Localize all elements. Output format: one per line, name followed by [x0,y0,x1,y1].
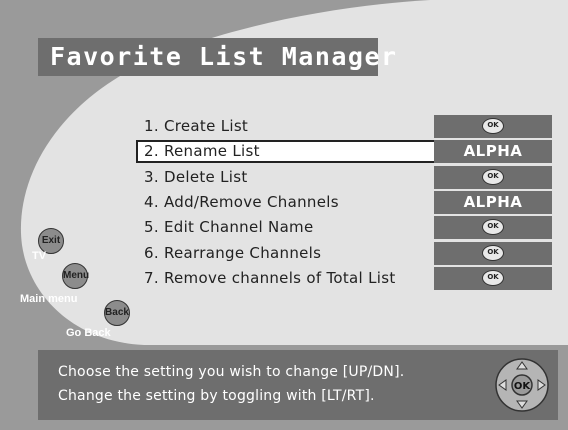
menu-caption: Main menu [20,293,78,305]
ok-button-icon[interactable]: OK [434,267,552,290]
ok-button-icon[interactable]: OK [434,115,552,138]
ok-icon: OK [482,218,504,235]
menu-item-value[interactable]: ALPHA [434,191,552,214]
help-line-2: Change the setting by toggling with [LT/… [58,388,375,404]
menu-item-3[interactable]: 3. Delete List OK [136,166,552,189]
ok-icon-label: OK [487,120,499,129]
ok-icon: OK [482,168,504,185]
menu-item-4[interactable]: 4. Add/Remove Channels ALPHA [136,191,552,214]
ok-icon: OK [482,244,504,261]
ok-button-icon[interactable]: OK [434,216,552,239]
help-line-1: Choose the setting you wish to change [U… [58,364,405,380]
ok-icon-label: OK [487,247,499,256]
ok-icon-label: OK [487,171,499,180]
menu-item-5[interactable]: 5. Edit Channel Name OK [136,216,552,239]
page-title: Favorite List Manager [50,42,398,71]
menu-item-2[interactable]: 2. Rename List ALPHA [136,140,552,163]
ok-icon-label: OK [487,272,499,281]
menu-item-value[interactable]: ALPHA [434,140,552,163]
ok-button-icon[interactable]: OK [434,242,552,265]
help-panel [38,350,558,420]
ok-icon: OK [482,269,504,286]
menu-item-6[interactable]: 6. Rearrange Channels OK [136,242,552,265]
menu-item-label: 4. Add/Remove Channels [144,193,339,211]
menu-item-1[interactable]: 1. Create List OK [136,115,552,138]
exit-caption: TV [32,250,47,262]
menu-item-label: 2. Rename List [144,142,260,160]
menu-item-label: 6. Rearrange Channels [144,244,322,262]
back-button[interactable]: Back [104,300,130,326]
dpad-ok-label: OK [514,381,532,392]
menu-item-label: 1. Create List [144,117,249,135]
ok-icon-label: OK [487,221,499,230]
favorite-list-manager-screen: Favorite List Manager 1. Create List OK 2.… [0,0,568,430]
menu-item-label: 5. Edit Channel Name [144,218,314,236]
dpad-icon: OK [495,358,549,412]
ok-button-icon[interactable]: OK [434,166,552,189]
menu-button[interactable]: Menu [62,263,89,289]
menu-item-7[interactable]: 7. Remove channels of Total List OK [136,267,552,290]
menu-item-label: 3. Delete List [144,168,248,186]
back-caption: Go Back [66,327,111,339]
menu-item-label: 7. Remove channels of Total List [144,269,396,287]
ok-icon: OK [482,117,504,134]
